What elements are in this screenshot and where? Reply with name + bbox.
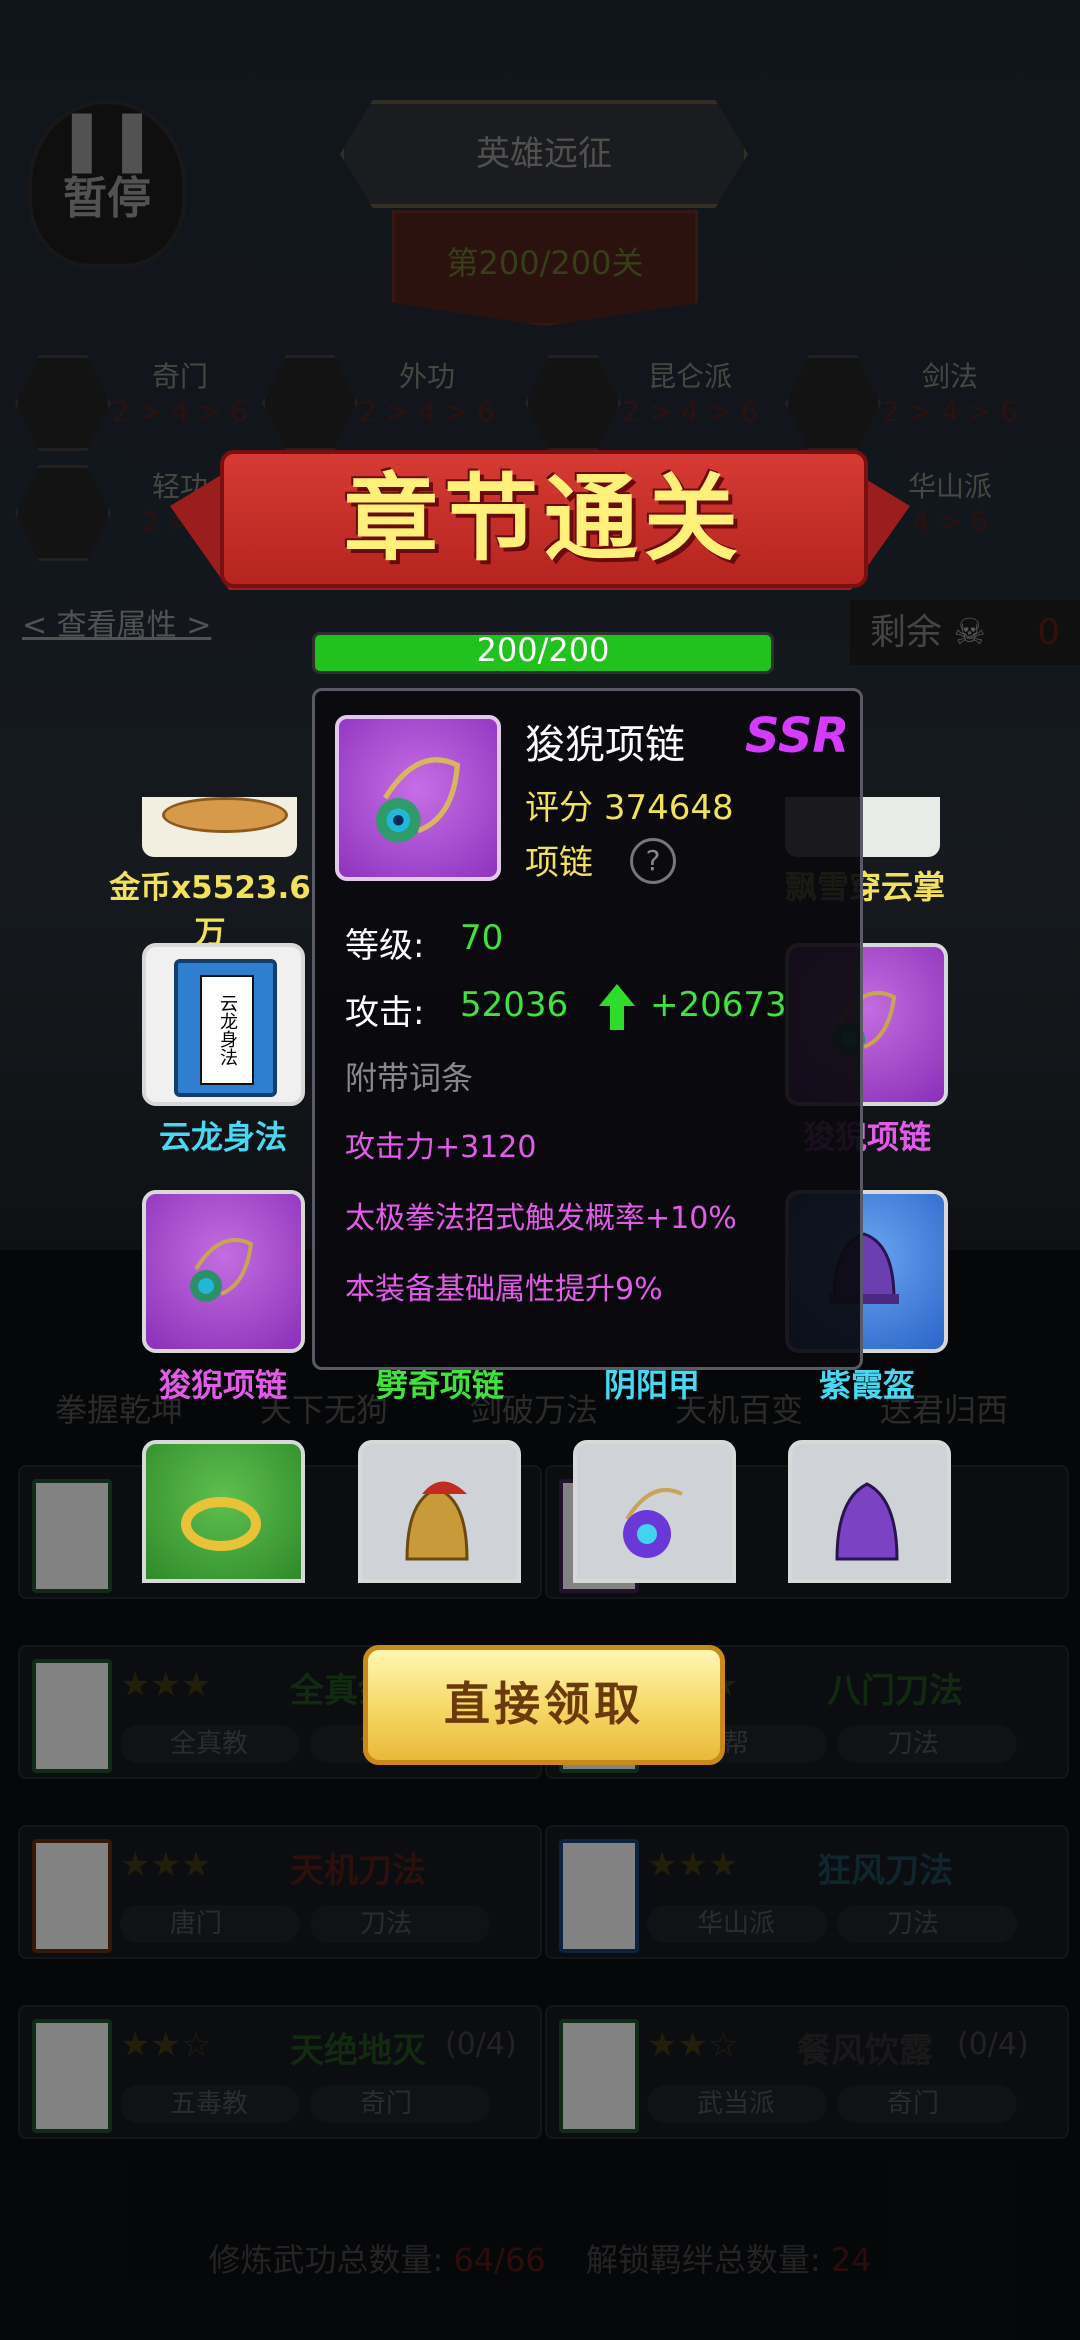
reward-label: 金币x5523.6万 [109, 870, 311, 951]
item-type: 项链 [525, 843, 593, 883]
score-label: 评分 [525, 788, 593, 828]
reward-card[interactable] [573, 1440, 736, 1583]
affix-line: 本装备基础属性提升9% [345, 1272, 663, 1307]
chapter-clear-banner: 章节通关 [220, 450, 868, 588]
necklace-icon [623, 1488, 683, 1558]
reward-card[interactable] [788, 1440, 951, 1583]
level-label: 等级: [345, 926, 425, 966]
item-score: 评分 374648 [525, 780, 734, 829]
coin-card[interactable] [142, 797, 297, 857]
affix-header: 附带词条 [345, 1059, 474, 1097]
reward-label: 云龙身法 [158, 1118, 287, 1156]
reward-card[interactable] [358, 1440, 521, 1583]
claim-button[interactable]: 直接领取 [363, 1645, 725, 1765]
attack-value: 52036 [460, 985, 569, 1025]
coin-icon [162, 797, 288, 833]
reward-label: 狻猊项链 [158, 1366, 287, 1404]
attack-label: 攻击: [345, 993, 425, 1033]
book-title: 云龙身法 [200, 975, 254, 1085]
rarity-badge: SSR [745, 708, 850, 764]
item-icon-card [335, 715, 501, 881]
banner-title: 章节通关 [343, 464, 744, 574]
necklace-icon [376, 757, 461, 843]
question-icon[interactable]: ? [630, 838, 676, 884]
affix-line: 太极拳法招式触发概率+10% [345, 1201, 737, 1236]
score-value: 374648 [603, 788, 734, 828]
helmet-icon [405, 1481, 469, 1561]
reward-card[interactable] [142, 1190, 305, 1353]
affix-line: 攻击力+3120 [345, 1130, 537, 1165]
up-arrow-icon [599, 984, 635, 1030]
ring-icon [181, 1497, 261, 1551]
helmet-icon [835, 1482, 899, 1561]
necklace-icon [190, 1238, 254, 1302]
book-icon: 云龙身法 [174, 959, 277, 1097]
progress-text: 200/200 [476, 631, 610, 669]
attack-bonus: +20673 [650, 985, 787, 1025]
level-value: 70 [460, 918, 504, 958]
reward-card[interactable]: 云龙身法 [142, 943, 305, 1106]
reward-card[interactable] [142, 1440, 305, 1583]
item-name: 狻猊项链 [525, 722, 685, 768]
